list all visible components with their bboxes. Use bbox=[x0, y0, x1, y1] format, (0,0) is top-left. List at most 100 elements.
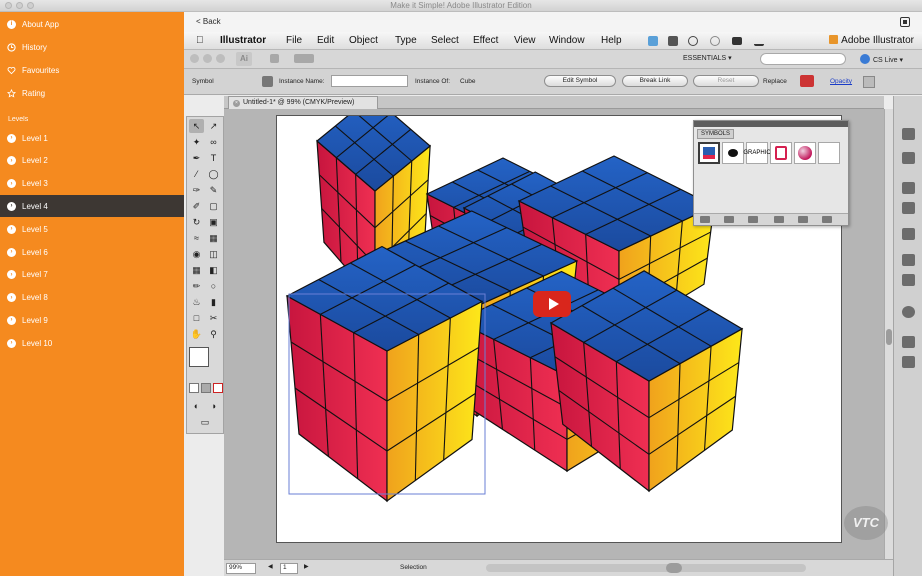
mesh-tool-icon[interactable]: ▦ bbox=[189, 263, 204, 277]
brush-tool-icon[interactable]: ✑ bbox=[189, 183, 204, 197]
symbol-library-icon[interactable] bbox=[700, 216, 710, 223]
draw-behind-icon[interactable]: ◑ bbox=[206, 399, 221, 413]
symbol-ball[interactable] bbox=[794, 142, 816, 164]
menu-edit[interactable]: Edit bbox=[317, 35, 334, 46]
scroll-thumb[interactable] bbox=[886, 329, 892, 345]
sidebar-item-rating[interactable]: Rating bbox=[0, 82, 184, 104]
gradient-tool-icon[interactable]: ◧ bbox=[206, 263, 221, 277]
slice-tool-icon[interactable]: ✂ bbox=[206, 311, 221, 325]
search-field[interactable] bbox=[760, 53, 846, 65]
artboards-panel-icon[interactable] bbox=[902, 356, 915, 368]
artboard-tool-icon[interactable]: □ bbox=[189, 311, 204, 325]
menu-file[interactable]: File bbox=[286, 35, 302, 46]
artboard-number-field[interactable]: 1 bbox=[280, 563, 298, 574]
tray-icon[interactable] bbox=[668, 36, 678, 46]
blend-tool-icon[interactable]: ○ bbox=[206, 279, 221, 293]
scale-tool-icon[interactable]: ▣ bbox=[206, 215, 221, 229]
pen-tool-icon[interactable]: ✒ bbox=[189, 151, 204, 165]
sync-icon[interactable] bbox=[688, 36, 698, 46]
vertical-scrollbar[interactable] bbox=[884, 109, 893, 559]
warp-tool-icon[interactable]: ≈ bbox=[189, 231, 204, 245]
selection-tool-icon[interactable]: ↖ bbox=[189, 119, 204, 133]
symbol-ribbon[interactable] bbox=[770, 142, 792, 164]
brushes-panel-icon[interactable] bbox=[902, 202, 915, 214]
sidebar-item-level-8[interactable]: › Level 8 bbox=[0, 287, 184, 309]
document-tab[interactable]: × Untitled-1* @ 99% (CMYK/Preview) bbox=[228, 96, 378, 109]
menu-effect[interactable]: Effect bbox=[473, 35, 498, 46]
color-guide-icon[interactable] bbox=[902, 152, 915, 164]
new-symbol-icon[interactable] bbox=[798, 216, 808, 223]
sidebar-item-about-app[interactable]: i About App bbox=[0, 13, 184, 35]
shape-builder-tool-icon[interactable]: ◉ bbox=[189, 247, 204, 261]
magic-wand-tool-icon[interactable]: ✦ bbox=[189, 135, 204, 149]
tray-icon[interactable] bbox=[648, 36, 658, 46]
swatches-panel-icon[interactable] bbox=[902, 182, 915, 194]
horizontal-scrollbar[interactable] bbox=[486, 564, 806, 572]
cs-live-button[interactable]: CS Live ▾ bbox=[860, 54, 903, 64]
menu-illustrator[interactable]: Illustrator bbox=[220, 35, 266, 46]
symbol-cube[interactable] bbox=[698, 142, 720, 164]
prev-artboard-icon[interactable]: ◀ bbox=[268, 563, 273, 570]
menu-window[interactable]: Window bbox=[549, 35, 585, 46]
sidebar-item-level-5[interactable]: › Level 5 bbox=[0, 218, 184, 240]
sidebar-item-favourites[interactable]: Favourites bbox=[0, 59, 184, 81]
panel-grip[interactable] bbox=[694, 121, 848, 127]
edit-symbol-button[interactable]: Edit Symbol bbox=[544, 75, 616, 87]
arrange-documents-icon[interactable] bbox=[294, 54, 314, 63]
place-symbol-icon[interactable] bbox=[724, 216, 734, 223]
blob-brush-tool-icon[interactable]: ✐ bbox=[189, 199, 204, 213]
color-panel-icon[interactable] bbox=[902, 128, 915, 140]
symbol-splash[interactable] bbox=[722, 142, 744, 164]
sidebar-item-history[interactable]: History bbox=[0, 36, 184, 58]
close-tab-icon[interactable]: × bbox=[233, 100, 240, 107]
display-icon[interactable] bbox=[732, 37, 742, 45]
workspace-switcher[interactable]: ESSENTIALS ▾ bbox=[683, 54, 732, 62]
opacity-link[interactable]: Opacity bbox=[830, 78, 852, 85]
hand-tool-icon[interactable]: ✋ bbox=[189, 327, 204, 341]
graph-tool-icon[interactable]: ▮ bbox=[206, 295, 221, 309]
reset-button[interactable]: Reset bbox=[693, 75, 759, 87]
sidebar-item-level-2[interactable]: › Level 2 bbox=[0, 150, 184, 172]
stroke-panel-icon[interactable] bbox=[902, 254, 915, 266]
bridge-icon[interactable] bbox=[270, 54, 279, 63]
none-mode-icon[interactable] bbox=[213, 383, 223, 393]
sidebar-item-level-1[interactable]: › Level 1 bbox=[0, 127, 184, 149]
symbol-options-icon[interactable] bbox=[774, 216, 784, 223]
layers-panel-icon[interactable] bbox=[902, 336, 915, 348]
pencil-tool-icon[interactable]: ✎ bbox=[206, 183, 221, 197]
next-artboard-icon[interactable]: ▶ bbox=[304, 563, 309, 570]
opacity-menu-icon[interactable] bbox=[863, 76, 875, 88]
menu-type[interactable]: Type bbox=[395, 35, 417, 46]
draw-normal-icon[interactable]: ◐ bbox=[189, 399, 204, 413]
sidebar-item-level-6[interactable]: › Level 6 bbox=[0, 241, 184, 263]
gradient-panel-icon[interactable] bbox=[902, 274, 915, 286]
direct-selection-tool-icon[interactable]: ↗ bbox=[206, 119, 221, 133]
free-transform-tool-icon[interactable]: ▦ bbox=[206, 231, 221, 245]
sidebar-item-level-3[interactable]: › Level 3 bbox=[0, 173, 184, 195]
eject-icon[interactable] bbox=[754, 36, 764, 46]
replace-symbol-picker[interactable] bbox=[800, 75, 814, 87]
window-minimize-icon[interactable] bbox=[203, 54, 212, 63]
sidebar-item-level-9[interactable]: › Level 9 bbox=[0, 309, 184, 331]
apple-icon[interactable]:  bbox=[196, 35, 204, 46]
type-tool-icon[interactable]: T bbox=[206, 151, 221, 165]
menu-help[interactable]: Help bbox=[601, 35, 622, 46]
sidebar-item-level-4[interactable]: › Level 4 bbox=[0, 195, 184, 218]
symbol-sprayer-tool-icon[interactable]: ♨ bbox=[189, 295, 204, 309]
lasso-tool-icon[interactable]: ∞ bbox=[206, 135, 221, 149]
zoom-tool-icon[interactable]: ⚲ bbox=[206, 327, 221, 341]
eyedropper-tool-icon[interactable]: ✏ bbox=[189, 279, 204, 293]
menu-view[interactable]: View bbox=[514, 35, 536, 46]
menu-object[interactable]: Object bbox=[349, 35, 378, 46]
color-mode-icon[interactable] bbox=[189, 383, 199, 393]
break-link-button[interactable]: Break Link bbox=[622, 75, 688, 87]
zoom-field[interactable]: 99% bbox=[226, 563, 256, 574]
symbols-panel-icon[interactable] bbox=[902, 228, 915, 240]
line-tool-icon[interactable]: ⁄ bbox=[189, 167, 204, 181]
sidebar-item-level-7[interactable]: › Level 7 bbox=[0, 264, 184, 286]
eraser-tool-icon[interactable]: ▢ bbox=[206, 199, 221, 213]
symbol-blank[interactable] bbox=[818, 142, 840, 164]
play-button[interactable] bbox=[533, 291, 571, 317]
menu-select[interactable]: Select bbox=[431, 35, 459, 46]
fullscreen-icon[interactable] bbox=[900, 17, 910, 27]
